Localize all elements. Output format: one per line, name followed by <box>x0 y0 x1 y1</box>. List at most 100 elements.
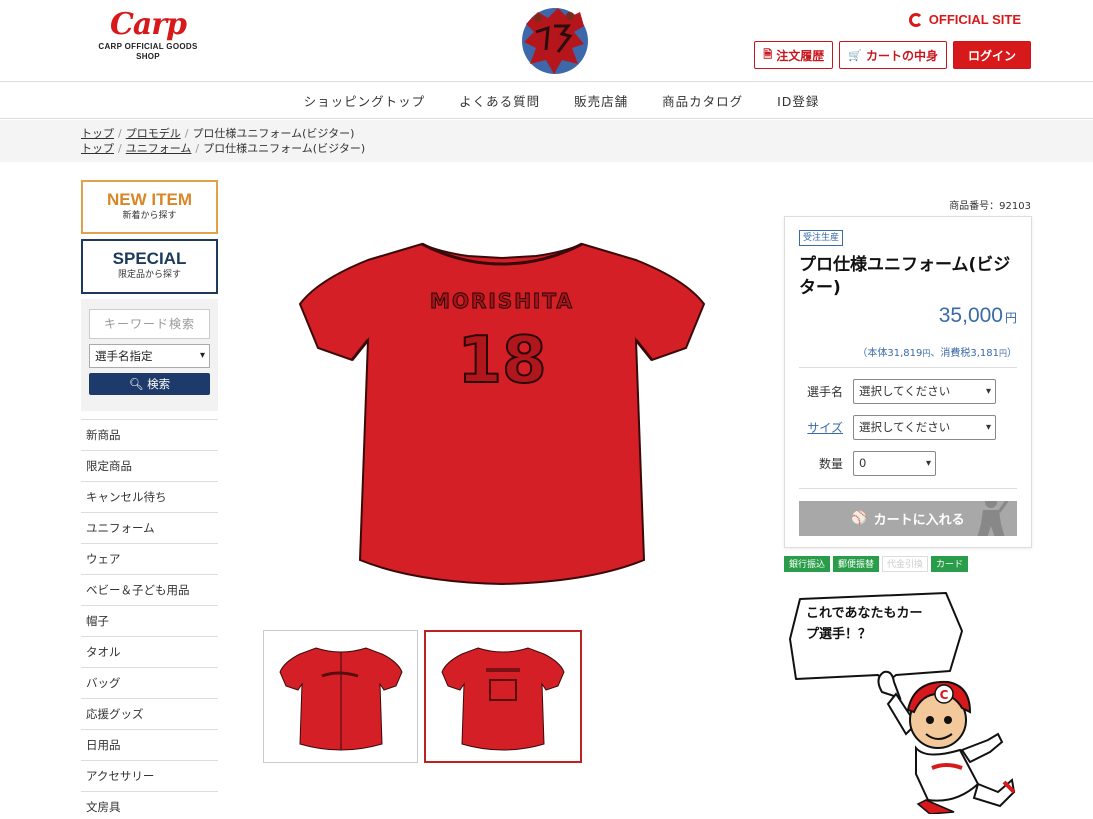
category-item[interactable]: 文房具 <box>81 792 218 819</box>
breakdown-unit: 円 <box>999 349 1007 358</box>
size-option-select[interactable]: 選択してください <box>853 415 996 440</box>
login-button[interactable]: ログイン <box>952 41 1031 69</box>
category-item[interactable]: 新商品 <box>81 420 218 451</box>
jersey-name-text: MORISHITA <box>430 289 574 313</box>
payment-methods: 銀行振込 郵便振替 代金引換 カード <box>784 556 969 572</box>
site-header: Carp CARP OFFICIAL GOODS SHOP OFFICIAL S… <box>0 0 1093 82</box>
carp-logo-mark: Carp <box>109 7 187 42</box>
category-list: 新商品 限定商品 キャンセル待ち ユニフォーム ウェア ベビー＆子ども用品 帽子… <box>81 419 218 819</box>
add-to-cart-label: カートに入れる <box>873 513 965 528</box>
category-item[interactable]: ベビー＆子ども用品 <box>81 575 218 606</box>
category-item[interactable]: アクセサリー <box>81 761 218 792</box>
quantity-option-row: 数量 0 <box>799 451 1017 476</box>
batter-silhouette-icon <box>977 501 1009 536</box>
sidebar: NEW ITEM 新着から探す SPECIAL 限定品から探す キーワード検索 … <box>81 180 218 819</box>
official-site-link[interactable]: OFFICIAL SITE <box>908 12 1021 27</box>
baseball-icon: ⚾ <box>851 511 868 526</box>
speech-bubble-text: これであなたもカー プ選手！？ <box>806 603 956 645</box>
pay-bank-transfer: 銀行振込 <box>784 556 831 572</box>
logo-subtitle-2: SHOP <box>136 52 160 61</box>
category-item[interactable]: バッグ <box>81 668 218 699</box>
slyly-mascot-icon: C <box>877 670 1016 814</box>
category-item[interactable]: 限定商品 <box>81 451 218 482</box>
category-item[interactable]: 日用品 <box>81 730 218 761</box>
quantity-select[interactable]: 0 <box>853 451 936 476</box>
thumbnail-strip <box>263 630 582 763</box>
size-option-row: サイズ 選択してください <box>799 415 1017 440</box>
shop-logo[interactable]: Carp CARP OFFICIAL GOODS SHOP <box>92 8 204 62</box>
new-item-banner[interactable]: NEW ITEM 新着から探す <box>81 180 218 234</box>
header-buttons: 🗎 注文履歴 🛒 カートの中身 ログイン <box>754 41 1031 69</box>
category-item[interactable]: ユニフォーム <box>81 513 218 544</box>
breakdown-close: ） <box>1007 348 1017 359</box>
nav-faq[interactable]: よくある質問 <box>459 91 540 110</box>
cart-label: カートの中身 <box>865 48 938 63</box>
new-item-title: NEW ITEM <box>107 190 192 209</box>
logo-subtitle: CARP OFFICIAL GOODS <box>98 42 198 51</box>
nav-id-register[interactable]: ID登録 <box>777 91 819 110</box>
category-item[interactable]: タオル <box>81 637 218 668</box>
nav-stores[interactable]: 販売店舗 <box>574 91 628 110</box>
pay-cash-on-delivery: 代金引換 <box>882 556 929 572</box>
product-number: 商品番号：92103 <box>949 201 1031 212</box>
jersey-front-thumbnail <box>278 646 403 751</box>
order-history-button[interactable]: 🗎 注文履歴 <box>754 41 834 69</box>
official-site-label: OFFICIAL SITE <box>928 12 1021 27</box>
category-item[interactable]: キャンセル待ち <box>81 482 218 513</box>
anniversary-logo-icon[interactable] <box>518 4 592 78</box>
special-subtitle: 限定品から探す <box>117 270 181 280</box>
category-item[interactable]: 帽子 <box>81 606 218 637</box>
special-title: SPECIAL <box>112 249 187 268</box>
pay-postal-transfer: 郵便振替 <box>833 556 880 572</box>
search-box: キーワード検索 選手名指定 🔍︎ 検索 <box>81 299 218 411</box>
purchase-panel: 受注生産 プロ仕様ユニフォーム(ビジター) 35,000 円 （本体31,819円… <box>784 216 1032 548</box>
breadcrumb-row: トップ / ユニフォーム / プロ仕様ユニフォーム(ビジター) <box>81 142 366 155</box>
breadcrumb-current: プロ仕様ユニフォーム(ビジター) <box>192 127 355 140</box>
category-item[interactable]: 応援グッズ <box>81 699 218 730</box>
search-button-label: 検索 <box>147 377 171 391</box>
price-breakdown: （本体31,819円、消費税3,181円） <box>799 344 1017 368</box>
breakdown-base: （本体31,819 <box>857 348 923 359</box>
size-guide-link[interactable]: サイズ <box>799 419 853 436</box>
player-option-select[interactable]: 選択してください <box>853 379 996 404</box>
panel-divider <box>799 488 1017 489</box>
category-item[interactable]: ウェア <box>81 544 218 575</box>
player-option-row: 選手名 選択してください <box>799 379 1017 404</box>
add-to-cart-button[interactable]: ⚾ カートに入れる <box>799 501 1017 536</box>
thumbnail-back[interactable] <box>424 630 582 763</box>
made-to-order-tag: 受注生産 <box>799 230 844 246</box>
search-icon: 🔍︎ <box>128 377 144 391</box>
new-item-subtitle: 新着から探す <box>122 211 177 221</box>
thumbnail-front[interactable] <box>263 630 418 763</box>
nav-shopping-top[interactable]: ショッピングトップ <box>304 91 426 110</box>
cart-button[interactable]: 🛒 カートの中身 <box>839 41 947 69</box>
product-price: 35,000 円 <box>799 304 1017 328</box>
svg-text:C: C <box>940 688 949 702</box>
breadcrumb-row: トップ / プロモデル / プロ仕様ユニフォーム(ビジター) <box>81 127 355 140</box>
breadcrumb-category-link[interactable]: ユニフォーム <box>126 142 192 155</box>
order-history-label: 注文履歴 <box>776 48 825 63</box>
jersey-number-text: 18 <box>457 324 546 398</box>
breadcrumb-category-link[interactable]: プロモデル <box>126 127 181 140</box>
search-button[interactable]: 🔍︎ 検索 <box>89 373 210 395</box>
pay-card: カード <box>931 556 969 572</box>
price-value: 35,000 <box>938 304 1003 327</box>
main-nav: ショッピングトップ よくある質問 販売店舗 商品カタログ ID登録 <box>0 83 1093 119</box>
special-banner[interactable]: SPECIAL 限定品から探す <box>81 239 218 294</box>
document-icon: 🗎 <box>763 47 773 61</box>
player-select[interactable]: 選手名指定 <box>89 344 210 368</box>
breadcrumb-home-link[interactable]: トップ <box>81 127 114 140</box>
product-name: プロ仕様ユニフォーム(ビジター) <box>799 255 1011 298</box>
carp-c-icon <box>908 12 923 27</box>
price-unit: 円 <box>1004 311 1017 325</box>
bubble-line: プ選手！？ <box>806 627 872 642</box>
breadcrumb-home-link[interactable]: トップ <box>81 142 114 155</box>
jersey-back-thumbnail <box>441 646 565 751</box>
breadcrumb-current: プロ仕様ユニフォーム(ビジター) <box>203 142 366 155</box>
player-option-label: 選手名 <box>806 385 843 399</box>
bubble-line: これであなたもカー <box>806 606 923 621</box>
keyword-search-input[interactable]: キーワード検索 <box>89 309 210 339</box>
nav-catalog[interactable]: 商品カタログ <box>662 91 743 110</box>
quantity-label: 数量 <box>818 457 843 471</box>
product-main-image[interactable]: MORISHITA 18 <box>290 230 715 595</box>
